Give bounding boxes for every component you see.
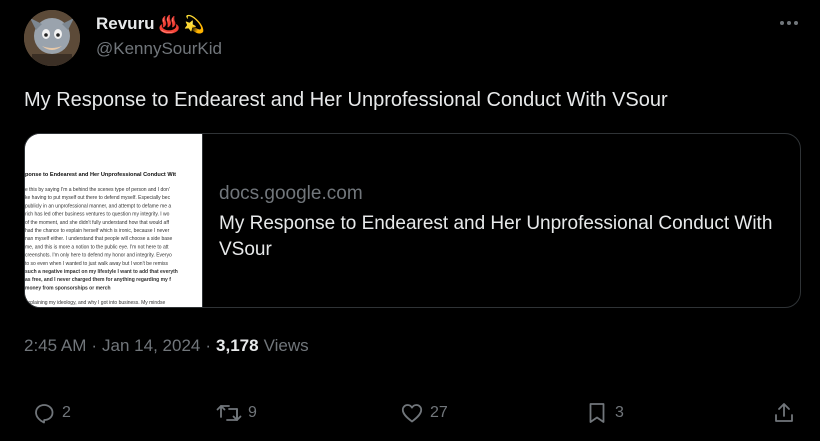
card-thumbnail: ponse to Endearest and Her Unprofessiona… — [25, 134, 203, 307]
like-count: 27 — [430, 404, 448, 421]
thumbnail-line: creenshots. I'm only here to defend my h… — [25, 253, 172, 259]
thumbnail-footer: explaining my ideology, and why I got in… — [25, 300, 165, 306]
dizzy-icon: 💫 — [183, 14, 205, 34]
views-label: Views — [263, 336, 309, 355]
thumbnail-line: of the moment, and she didn't fully unde… — [25, 220, 170, 226]
user-name-row[interactable]: Revuru ♨️ 💫 — [96, 12, 205, 36]
heart-icon — [401, 404, 423, 423]
thumbnail-line: rich has led other business ventures to … — [25, 212, 170, 218]
more-options-button[interactable] — [776, 12, 802, 34]
like-button[interactable]: 27 — [400, 398, 448, 428]
meta-separator: · — [205, 336, 212, 355]
document-preview-image: ponse to Endearest and Her Unprofessiona… — [25, 134, 202, 307]
thumbnail-line: nan myself either. I understand that peo… — [25, 236, 173, 242]
more-icon — [780, 21, 798, 25]
thumbnail-heading: ponse to Endearest and Her Unprofessiona… — [25, 172, 176, 178]
thumbnail-line: such a negative impact on my lifestyle I… — [25, 269, 178, 275]
thumbnail-line: money from sponsorships or merch — [25, 285, 111, 291]
share-button[interactable] — [772, 398, 796, 428]
thumbnail-line: as free, and I never charged them for an… — [25, 277, 171, 283]
reply-button[interactable]: 2 — [32, 398, 71, 428]
avatar[interactable] — [24, 10, 80, 66]
card-title: My Response to Endearest and Her Unprofe… — [219, 213, 773, 260]
thumbnail-line: me, and this is more a notion to the pub… — [25, 244, 169, 250]
avatar-image — [24, 10, 80, 66]
tweet-text: My Response to Endearest and Her Unprofe… — [24, 89, 668, 111]
user-handle[interactable]: @KennySourKid — [96, 39, 222, 59]
thumbnail-line: to so even when I wanted to just walk aw… — [25, 261, 168, 267]
display-name[interactable]: Revuru — [96, 14, 155, 34]
reply-count: 2 — [62, 404, 71, 421]
bookmark-button[interactable]: 3 — [585, 398, 624, 428]
link-card[interactable]: ponse to Endearest and Her Unprofessiona… — [24, 133, 801, 308]
bookmark-icon — [589, 403, 605, 423]
card-info: docs.google.com My Response to Endearest… — [219, 182, 794, 263]
tweet-date[interactable]: Jan 14, 2024 — [102, 336, 200, 356]
tweet-time[interactable]: 2:45 AM — [24, 336, 86, 356]
repost-count: 9 — [248, 404, 257, 421]
tweet-meta: 2:45 AM · Jan 14, 2024 · 3,178 Views — [24, 336, 309, 356]
repost-button[interactable]: 9 — [216, 398, 257, 428]
reply-icon — [35, 404, 54, 424]
thumbnail-line: ke having to put myself out there to def… — [25, 195, 171, 201]
share-icon — [775, 403, 793, 422]
bookmark-count: 3 — [615, 404, 624, 421]
thumbnail-line: publicly in an unprofessional manner, an… — [25, 203, 171, 209]
thumbnail-line: e this by saying I'm a behind the scenes… — [25, 187, 170, 193]
repost-icon — [216, 405, 242, 421]
meta-separator: · — [91, 336, 98, 355]
hot-springs-icon: ♨️ — [158, 14, 180, 34]
card-domain: docs.google.com — [219, 183, 363, 204]
thumbnail-line: had the chance to explain herself which … — [25, 228, 170, 234]
action-bar: 2 9 27 3 — [0, 398, 820, 428]
views-count: 3,178 — [216, 336, 259, 355]
